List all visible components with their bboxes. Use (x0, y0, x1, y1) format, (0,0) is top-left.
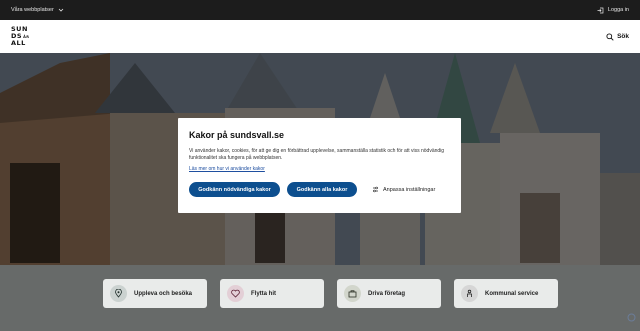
login-icon (597, 7, 604, 13)
accept-all-button[interactable]: Godkänn alla kakor (287, 182, 357, 198)
sliders-icon (373, 187, 378, 193)
service-icon (461, 285, 478, 302)
quick-link-card[interactable]: Flytta hit (220, 279, 324, 308)
customize-label[interactable]: Anpassa inställningar (383, 187, 435, 193)
recaptcha-icon (627, 313, 636, 322)
dialog-actions: Godkänn nödvändiga kakor Godkänn alla ka… (189, 182, 450, 198)
read-more-link[interactable]: Läs mer om hur vi använder kakor (189, 166, 450, 172)
search-label[interactable]: Sök (617, 33, 629, 40)
quick-link-label: Driva företag (368, 290, 406, 297)
quick-link-label: Flytta hit (251, 290, 276, 297)
quick-link-label: Kommunal service (485, 290, 539, 297)
briefcase-icon (344, 285, 361, 302)
quick-link-label: Uppleva och besöka (134, 290, 193, 297)
search-icon (606, 32, 614, 41)
sundsvall-logo[interactable]: SUN DSÅR ALL (11, 26, 29, 47)
login-link[interactable]: Logga in (597, 7, 629, 14)
accept-necessary-button[interactable]: Godkänn nödvändiga kakor (189, 182, 280, 198)
recaptcha-badge[interactable] (627, 313, 636, 322)
customize-settings-button[interactable]: Anpassa inställningar (372, 186, 435, 193)
site-header: SUN DSÅR ALL Sök (0, 20, 640, 53)
quick-link-card[interactable]: Driva företag (337, 279, 441, 308)
chevron-down-icon (58, 8, 64, 12)
top-bar: Våra webbplatser Logga in (0, 0, 640, 20)
quick-link-card[interactable]: Kommunal service (454, 279, 558, 308)
map-pin-icon (110, 285, 127, 302)
cookie-consent-dialog: Kakor på sundsvall.se Vi använder kakor,… (178, 118, 461, 213)
dialog-title: Kakor på sundsvall.se (189, 130, 285, 140)
heart-home-icon (227, 285, 244, 302)
login-label[interactable]: Logga in (608, 7, 629, 13)
logo-line-3: ALL (11, 39, 26, 48)
our-sites-label[interactable]: Våra webbplatser (11, 7, 54, 13)
dialog-description: Vi använder kakor, cookies, för att ge d… (189, 148, 445, 162)
quick-link-card[interactable]: Uppleva och besöka (103, 279, 207, 308)
quick-links: Uppleva och besöka Flytta hit Driva före… (103, 279, 558, 308)
search-button[interactable]: Sök (606, 32, 629, 41)
our-sites-menu[interactable]: Våra webbplatser (11, 7, 64, 13)
